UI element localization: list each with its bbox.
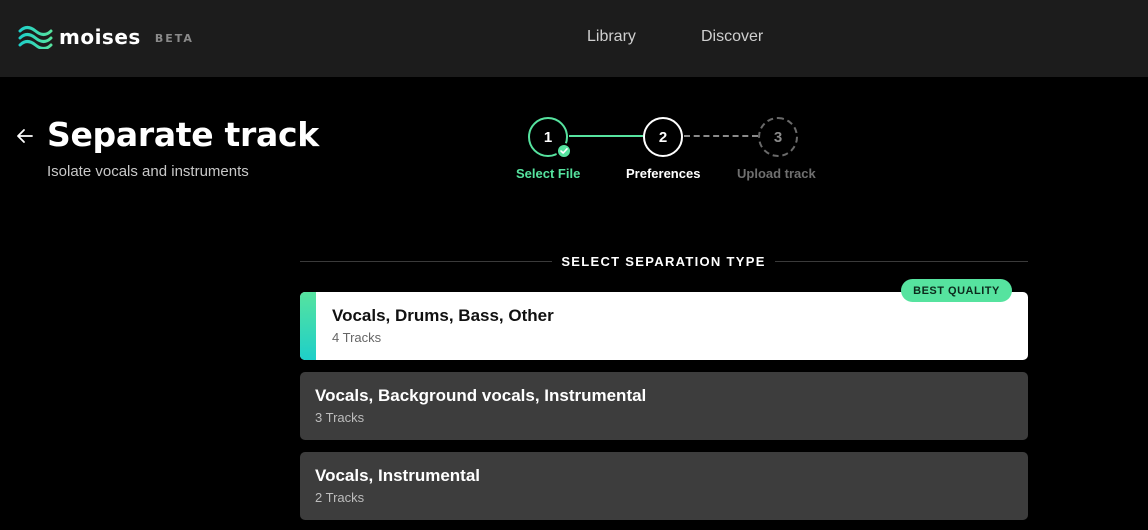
nav-library-link[interactable]: Library (587, 28, 636, 46)
section-heading: SELECT SEPARATION TYPE (561, 254, 766, 269)
arrow-left-icon[interactable] (15, 126, 35, 146)
option-track-count: 3 Tracks (315, 410, 365, 425)
divider (300, 261, 552, 262)
step-3-label: Upload track (737, 166, 816, 181)
step-2-label: Preferences (626, 166, 701, 181)
step-connector-complete (569, 135, 643, 137)
option-card-2-tracks[interactable]: Vocals, Instrumental 2 Tracks (300, 452, 1028, 520)
top-navigation-bar: moises BETA Library Discover (0, 0, 1148, 77)
step-connector-pending (684, 135, 758, 137)
nav-discover-link[interactable]: Discover (701, 28, 763, 46)
check-icon (556, 143, 572, 159)
step-3-circle: 3 (758, 117, 798, 157)
best-quality-badge: BEST QUALITY (901, 279, 1012, 302)
step-2-number: 2 (658, 128, 668, 146)
step-1-number: 1 (543, 128, 553, 146)
moises-wave-icon (18, 26, 53, 49)
option-card-3-tracks[interactable]: Vocals, Background vocals, Instrumental … (300, 372, 1028, 440)
brand-name: moises (59, 25, 141, 49)
step-1-label: Select File (516, 166, 581, 181)
option-track-count: 2 Tracks (315, 490, 365, 505)
option-track-count: 4 Tracks (332, 330, 382, 345)
option-title: Vocals, Drums, Bass, Other (332, 306, 554, 325)
option-title: Vocals, Background vocals, Instrumental (315, 386, 647, 405)
divider (775, 261, 1028, 262)
step-3-number: 3 (773, 128, 783, 146)
step-2-circle: 2 (643, 117, 683, 157)
beta-label: BETA (154, 31, 194, 45)
page-subtitle: Isolate vocals and instruments (47, 163, 249, 180)
page-title: Separate track (47, 115, 319, 154)
option-title: Vocals, Instrumental (315, 466, 481, 485)
brand-logo[interactable]: moises BETA (18, 24, 194, 50)
option-card-4-tracks[interactable]: Vocals, Drums, Bass, Other 4 Tracks (300, 292, 1028, 360)
selected-indicator (300, 292, 316, 360)
